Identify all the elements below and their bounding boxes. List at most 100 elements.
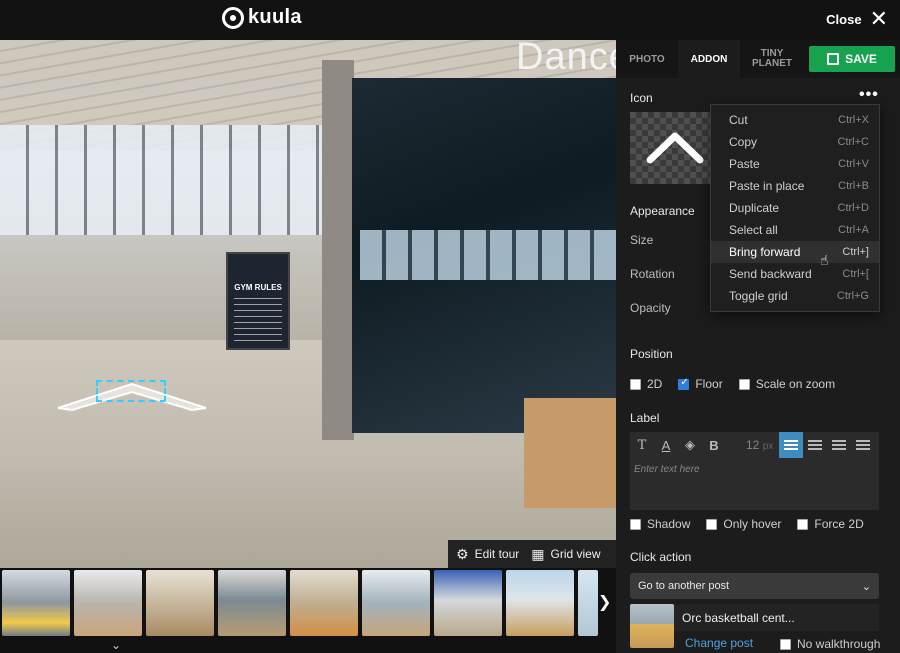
change-post-link[interactable]: Change post	[685, 636, 753, 650]
thumbnail[interactable]	[218, 570, 286, 636]
thumbnail[interactable]	[578, 570, 598, 636]
menu-item-shortcut: Ctrl+]	[842, 246, 869, 258]
panel-tabs: PHOTO ADDON TINY PLANET SAVE	[616, 40, 900, 78]
only-hover-checkbox[interactable]	[706, 518, 718, 530]
menu-item-shortcut: Ctrl+B	[838, 180, 869, 192]
label-text-input[interactable]: Enter text here	[630, 458, 879, 510]
icon-preview[interactable]	[630, 112, 720, 184]
scale-on-zoom-label: Scale on zoom	[755, 377, 836, 391]
menu-item-bring-forward[interactable]: Bring forward Ctrl+]	[711, 241, 879, 263]
only-hover-label: Only hover	[723, 517, 782, 531]
menu-item-copy[interactable]: Copy Ctrl+C	[711, 131, 879, 153]
scale-on-zoom-checkbox[interactable]	[738, 378, 750, 390]
thumbnail[interactable]	[506, 570, 574, 636]
close-button[interactable]: Close ✕	[826, 6, 888, 31]
menu-item-label: Toggle grid	[729, 289, 788, 303]
size-label: Size	[630, 233, 654, 247]
font-size-unit: px	[762, 441, 774, 452]
fill-color-icon[interactable]: ◈	[678, 432, 702, 458]
chevron-down-icon: ⌄	[861, 580, 871, 593]
context-menu: Cut Ctrl+X Copy Ctrl+C Paste Ctrl+V Paste i…	[710, 104, 880, 312]
font-size-field[interactable]: 12 px	[746, 438, 773, 452]
click-action-value: Go to another post	[638, 580, 730, 592]
menu-item-label: Paste	[729, 157, 760, 171]
chevron-right-icon[interactable]: ❯	[598, 592, 611, 612]
thumbnail[interactable]	[146, 570, 214, 636]
logo-text: kuula	[248, 6, 302, 28]
text-style-icon[interactable]: T	[630, 432, 654, 458]
tab-tiny-planet-label: TINY PLANET	[752, 48, 792, 69]
tab-photo[interactable]: PHOTO	[616, 40, 678, 78]
grid-view-button[interactable]: ▦ Grid view	[531, 546, 600, 563]
close-icon: ✕	[869, 6, 888, 31]
kuula-logo: kuula	[222, 6, 302, 29]
menu-item-shortcut: Ctrl+V	[838, 158, 869, 170]
menu-item-cut[interactable]: Cut Ctrl+X	[711, 109, 879, 131]
no-walkthrough-label: No walkthrough	[797, 637, 881, 651]
top-bar: kuula Close ✕	[0, 0, 900, 40]
valign-bottom-icon[interactable]	[827, 432, 851, 458]
save-button[interactable]: SAVE	[809, 46, 895, 72]
click-action-section-title: Click action	[630, 550, 692, 564]
tab-tiny-planet[interactable]: TINY PLANET	[740, 40, 804, 78]
no-walkthrough-option: No walkthrough	[780, 637, 880, 651]
text-color-icon[interactable]: A	[654, 432, 678, 458]
menu-item-paste-in-place[interactable]: Paste in place Ctrl+B	[711, 175, 879, 197]
hotspot-selection-frame[interactable]	[96, 380, 166, 402]
menu-item-label: Duplicate	[729, 201, 780, 215]
thumbnail[interactable]	[362, 570, 430, 636]
scene-sign-title: GYM RULES	[234, 283, 282, 292]
tab-addon-label: ADDON	[690, 53, 728, 65]
save-icon	[827, 53, 840, 65]
menu-item-label: Select all	[729, 223, 778, 237]
bold-icon[interactable]: B	[702, 432, 726, 458]
menu-item-label: Bring forward	[729, 245, 801, 259]
floor-label: Floor	[695, 377, 723, 391]
no-walkthrough-checkbox[interactable]	[780, 638, 791, 650]
linked-post-card[interactable]: Orc basketball cent...	[630, 603, 879, 648]
force-2d-label: Force 2D	[814, 517, 864, 531]
more-dots-icon[interactable]: •••	[859, 86, 879, 104]
menu-item-label: Send backward	[729, 267, 812, 281]
hand-cursor-icon: ☝	[820, 252, 829, 268]
menu-item-shortcut: Ctrl+A	[838, 224, 869, 236]
thumbnail[interactable]	[74, 570, 142, 636]
thumbnail-strip-footer	[0, 640, 616, 653]
close-label: Close	[826, 11, 862, 27]
position-options: 2D Floor Scale on zoom	[630, 377, 835, 391]
scene-sign-lines	[234, 298, 282, 342]
thumbnail-strip: ❯	[0, 568, 616, 640]
2d-checkbox[interactable]	[630, 378, 641, 390]
tab-addon[interactable]: ADDON	[678, 40, 740, 78]
valign-middle-icon[interactable]	[803, 432, 827, 458]
scene-windows	[0, 125, 330, 235]
menu-item-send-backward[interactable]: Send backward Ctrl+[	[711, 263, 879, 285]
edit-tour-label: Edit tour	[474, 547, 520, 561]
thumbnail[interactable]	[434, 570, 502, 636]
click-action-select[interactable]: Go to another post ⌄	[630, 573, 879, 599]
menu-item-label: Copy	[729, 135, 758, 149]
menu-item-duplicate[interactable]: Duplicate Ctrl+D	[711, 197, 879, 219]
thumbnail[interactable]	[2, 570, 70, 636]
menu-item-select-all[interactable]: Select all Ctrl+A	[711, 219, 879, 241]
menu-item-label: Cut	[729, 113, 748, 127]
align-justify-icon[interactable]	[851, 432, 875, 458]
panorama-viewer[interactable]	[0, 40, 616, 568]
thumbnail[interactable]	[290, 570, 358, 636]
scene-bench	[524, 398, 616, 508]
label-section-title: Label	[630, 411, 660, 425]
save-label: SAVE	[845, 52, 877, 66]
menu-item-toggle-grid[interactable]: Toggle grid Ctrl+G	[711, 285, 879, 307]
floor-checkbox[interactable]	[678, 377, 690, 390]
rotation-label: Rotation	[630, 267, 675, 281]
shadow-checkbox[interactable]	[630, 518, 641, 530]
scene-pillar	[322, 60, 354, 440]
force-2d-checkbox[interactable]	[797, 518, 809, 530]
opacity-label: Opacity	[630, 301, 671, 315]
menu-item-paste[interactable]: Paste Ctrl+V	[711, 153, 879, 175]
chevron-down-icon[interactable]: ⌄	[111, 638, 121, 652]
2d-label: 2D	[647, 377, 663, 391]
valign-top-icon[interactable]	[779, 432, 804, 458]
post-name: Orc basketball cent...	[682, 610, 795, 625]
edit-tour-button[interactable]: ⚙ Edit tour	[456, 546, 519, 563]
